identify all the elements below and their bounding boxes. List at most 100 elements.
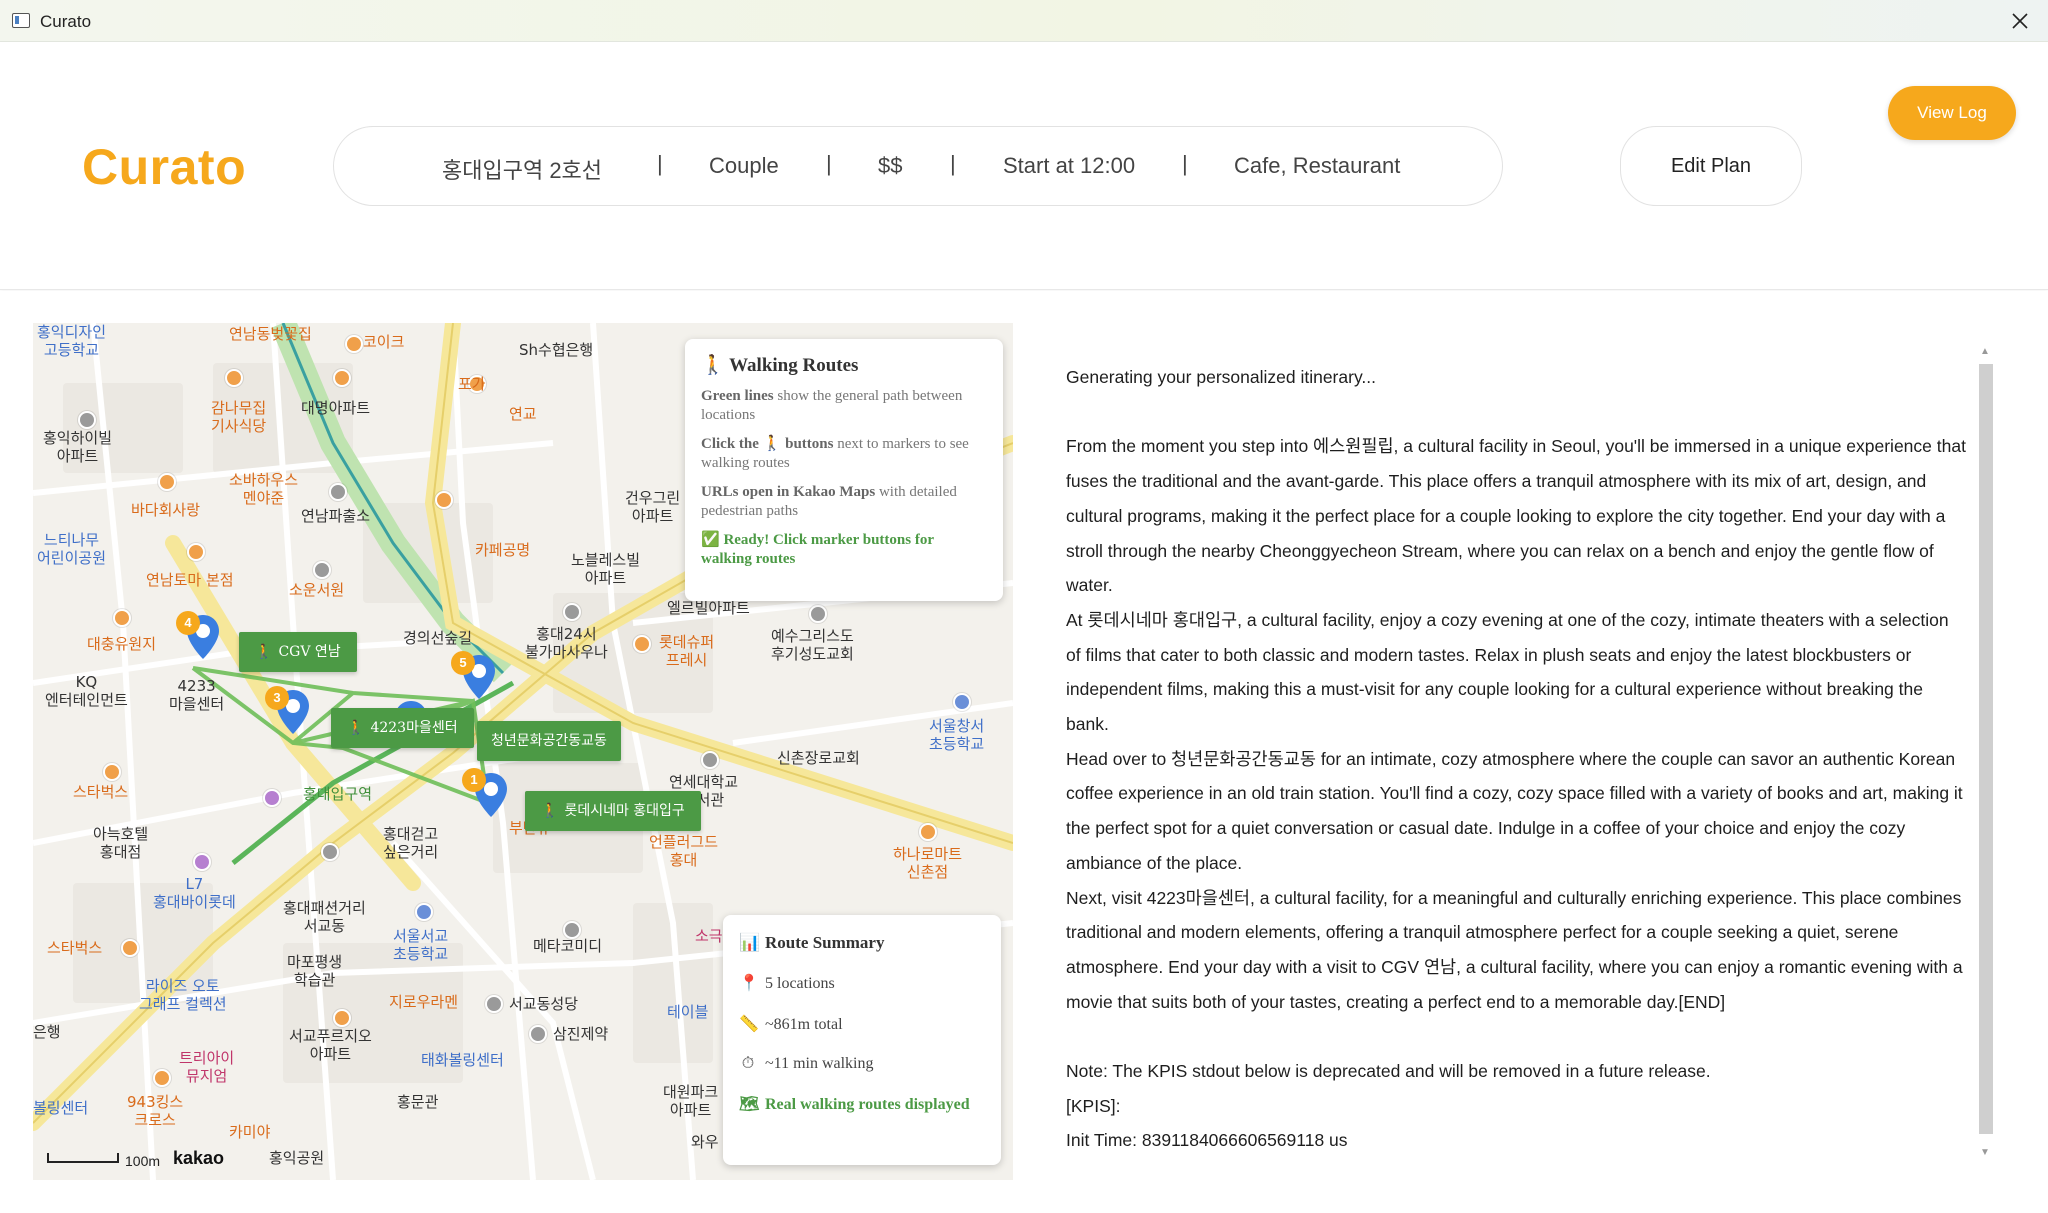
window-titlebar: Curato (0, 0, 2048, 42)
route-button-youth-culture-space[interactable]: 청년문화공간동교동 (477, 721, 621, 761)
map-label: 언플러그드 홍대 (649, 833, 719, 869)
plan-start-time[interactable]: Start at 12:00 (1003, 153, 1135, 179)
close-button[interactable] (1992, 0, 2048, 42)
plan-companion[interactable]: Couple (709, 153, 779, 179)
map-label: 느티나무 어린이공원 (37, 531, 107, 567)
itinerary-paragraph: Next, visit 4223마을센터, a cultural facilit… (1066, 887, 1963, 1012)
cafe-poi-icon (435, 491, 453, 509)
building-poi-icon (78, 411, 96, 429)
marker-number-badge: 4 (176, 611, 200, 635)
map-label: 포가 (458, 375, 486, 393)
init-time: Init Time: 8391184066606569118 us (1066, 1130, 1348, 1151)
map-label: 홍문관 (397, 1093, 439, 1111)
cafe-poi-icon (333, 1009, 351, 1027)
app-window-icon (12, 13, 30, 28)
route-button-lotte-cinema[interactable]: 🚶 롯데시네마 홍대입구 (525, 791, 701, 831)
summary-locations: 📍 5 locations (739, 975, 835, 992)
itinerary-spacer (1066, 395, 1966, 430)
map-label: 연남토마 본점 (146, 571, 234, 589)
map-label: 서교동성당 (509, 995, 579, 1013)
itinerary-text-panel: Generating your personalized itinerary..… (1066, 360, 1966, 1160)
map-label: 예수그리스도 후기성도교회 (771, 627, 854, 663)
place-poi-icon (701, 751, 719, 769)
map-label: 와우 (691, 1133, 719, 1151)
map-label: 은행 (33, 1023, 61, 1041)
map-label: 대원파크 아파트 (663, 1083, 719, 1119)
school-poi-icon (953, 693, 971, 711)
map-provider-logo: kakao (173, 1148, 225, 1168)
plan-categories[interactable]: Cafe, Restaurant (1234, 153, 1400, 179)
map-label: 소극 (695, 927, 723, 945)
map-label: 경의선숲길 (403, 629, 473, 647)
map-label: 엘르빌아파트 (667, 599, 750, 617)
map-label: 943킹스 크로스 (127, 1093, 184, 1129)
map-icon: 🗺 (739, 1096, 760, 1113)
summary-distance: 📏 ~861m total (739, 1016, 843, 1033)
plan-summary-bar[interactable]: 홍대입구역 2호선 | Couple | $$ | Start at 12:00… (333, 126, 1503, 206)
window-title: Curato (40, 12, 92, 31)
scroll-up-icon[interactable]: ▲ (1980, 346, 1990, 357)
plan-separator: | (1182, 151, 1188, 176)
church-poi-icon (485, 995, 503, 1013)
shop-poi-icon (633, 635, 651, 653)
map-label: 스타벅스 (47, 939, 103, 957)
walking-icon: 🚶 (701, 355, 725, 376)
route-button-label: 롯데시네마 홍대입구 (564, 803, 685, 819)
route-button-cgv-yeonnam[interactable]: 🚶 CGV 연남 (239, 632, 357, 672)
restaurant-poi-icon (187, 543, 205, 561)
place-poi-icon (313, 561, 331, 579)
stopwatch-icon: ⏱ (741, 1055, 755, 1072)
route-button-4223-village-center[interactable]: 🚶 4223마을센터 (331, 708, 474, 748)
scrollbar-thumb[interactable] (1979, 364, 1993, 1134)
edit-plan-button[interactable]: Edit Plan (1620, 126, 1802, 206)
place-poi-icon (321, 843, 339, 861)
map-label: 라이즈 오토 그래프 컬렉션 (139, 977, 227, 1013)
map-label: L7 홍대바이롯데 (153, 875, 236, 911)
map-label: 4233 마을센터 (169, 677, 225, 713)
map-label: 홍익공원 (269, 1149, 325, 1167)
map-label: 볼링센터 (33, 1099, 89, 1117)
itinerary-spacer (1066, 1019, 1966, 1054)
plan-budget[interactable]: $$ (878, 153, 902, 179)
map-label: 노블레스빌 아파트 (571, 551, 641, 587)
walking-icon: 🚶 (255, 644, 273, 660)
app-header: Curato 홍대입구역 2호선 | Couple | $$ | Start a… (0, 42, 2048, 290)
police-poi-icon (329, 483, 347, 501)
map-label: 연남동벚꽃집 (229, 325, 312, 343)
deprecation-note: Note: The KPIS stdout below is deprecate… (1066, 1061, 1711, 1082)
marker-number-badge: 3 (265, 686, 289, 710)
itinerary-paragraph: Head over to 청년문화공간동교동 for an intimate, … (1066, 748, 1963, 873)
map-label: 홍익디자인 고등학교 (37, 323, 107, 359)
summary-status: 🗺 Real walking routes displayed (739, 1096, 970, 1113)
map-label: 마포평생 학습관 (287, 953, 343, 989)
map-label: 지로우라멘 (389, 993, 459, 1011)
map-scale-bar (47, 1153, 119, 1163)
map-label: 홍익하이빌 아파트 (43, 429, 113, 465)
map-label: 태화볼링센터 (421, 1051, 504, 1069)
scroll-down-icon[interactable]: ▼ (1980, 1147, 1990, 1158)
walking-icon: 🚶 (762, 436, 782, 452)
route-summary-panel: 📊 Route Summary 📍 5 locations 📏 ~861m total… (723, 915, 1001, 1165)
view-log-button[interactable]: View Log (1888, 86, 2016, 140)
restaurant-poi-icon (333, 369, 351, 387)
map-label: 홍대24시 불가마사우나 (525, 625, 608, 661)
itinerary-paragraph: At 롯데시네마 홍대입구, a cultural facility, enjo… (1066, 609, 1949, 735)
map-label: 코이크 (363, 333, 405, 351)
app-logo: Curato (82, 139, 247, 195)
ruler-icon: 📏 (739, 1016, 759, 1033)
map-label: 연교 (509, 405, 537, 423)
map-label: 소바하우스 멘야준 (229, 471, 299, 507)
info-urls: URLs open in Kakao Maps with detailed pe… (701, 484, 957, 519)
church-poi-icon (809, 605, 827, 623)
itinerary-scrollbar[interactable]: ▲ ▼ (1976, 346, 1994, 1158)
walking-icon: 🚶 (541, 803, 559, 819)
map-label: 스타벅스 (73, 783, 129, 801)
school-poi-icon (415, 903, 433, 921)
route-button-label: CGV 연남 (278, 644, 341, 660)
map-label: 감나무집 기사식당 (211, 399, 267, 435)
plan-station[interactable]: 홍대입구역 2호선 (442, 153, 602, 185)
map-label: 삼진제약 (553, 1025, 609, 1043)
map-view[interactable]: 홍익디자인 고등학교 연남동벚꽃집 코이크 Sh수협은행 감나무집 기사식당 대명아… (33, 323, 1013, 1180)
summary-title: 📊 Route Summary (739, 933, 885, 952)
info-green-lines: Green lines show the general path betwee… (701, 388, 963, 423)
